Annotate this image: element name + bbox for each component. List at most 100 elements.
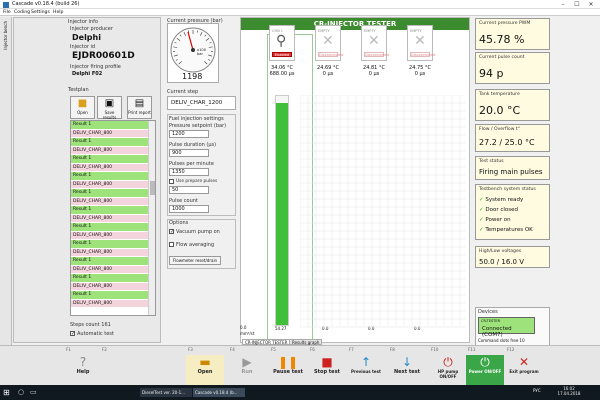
- clock[interactable]: 16:02 17.04.2018: [555, 386, 583, 396]
- prepare-pulses-input[interactable]: 50: [169, 186, 209, 194]
- device-cr-tester[interactable]: CR-TESTER Connected (COM7): [478, 317, 535, 338]
- window-title: Cascade v0.18.4 (build 26): [12, 1, 80, 7]
- injector-slot-4[interactable]: EMPTY ✕ Disconnected: [407, 25, 435, 61]
- fkey-number: F4: [230, 347, 235, 352]
- testplan-row[interactable]: DELIV_CHAR_800: [71, 163, 155, 172]
- gauge-unit: x100 bar: [197, 48, 206, 56]
- menu-coding[interactable]: Coding: [14, 10, 30, 15]
- printer-icon: ▤: [134, 98, 145, 109]
- testplan-row[interactable]: DELIV_CHAR_800: [71, 231, 155, 240]
- testplan-row[interactable]: DELIV_CHAR_800: [71, 299, 155, 308]
- automatic-test-checkbox[interactable]: ✓: [70, 331, 75, 337]
- menu-file[interactable]: File: [3, 10, 11, 15]
- taskbar-item-dieseltest[interactable]: DieselTest ver. 20-1...: [140, 388, 192, 397]
- testplan-row[interactable]: Result 1: [71, 189, 155, 198]
- windows-start-icon[interactable]: ⊞: [3, 388, 10, 397]
- close-button[interactable]: ✕: [584, 0, 598, 9]
- use-prepare-checkbox[interactable]: [169, 179, 174, 184]
- fkey-icon: ■: [321, 355, 333, 369]
- pressure-setpoint-input[interactable]: 1200: [169, 130, 209, 138]
- testplan-row[interactable]: DELIV_CHAR_800: [71, 248, 155, 257]
- menu-help[interactable]: Help: [53, 10, 63, 15]
- injector-state: Disconnected: [318, 52, 344, 57]
- menu-settings[interactable]: Settings: [31, 10, 50, 15]
- flowmeter-reset-button[interactable]: Flowmeter reset/drain: [169, 256, 221, 265]
- fkey-f11[interactable]: F11 ⏻ Power ON/OFF: [466, 347, 504, 385]
- pulses-per-minute-label: Pulses per minute: [169, 161, 214, 167]
- fkey-f7[interactable]: F7 ↑ Previous test: [347, 347, 385, 385]
- minimize-button[interactable]: –: [556, 0, 570, 9]
- profile-label: Injector firing profile: [70, 64, 121, 70]
- voltage-card: High/Low voltages 50.0 / 16.0 V: [475, 246, 550, 268]
- tank-temp-label: Tank temperature: [479, 92, 520, 97]
- fkey-label: HP pump ON/OFF: [437, 369, 459, 379]
- testplan-row[interactable]: DELIV_CHAR_800: [71, 282, 155, 291]
- search-icon[interactable]: ○: [18, 388, 24, 396]
- testplan-row[interactable]: Result 1: [71, 206, 155, 215]
- voltage-label: High/Low voltages: [479, 249, 522, 254]
- pulses-per-minute-input[interactable]: 1350: [169, 168, 209, 176]
- testplan-list[interactable]: Result 1 DELIV_CHAR_800 Result 1 DELIV_CHAR…: [70, 120, 156, 316]
- pulse-duration-input[interactable]: 900: [169, 149, 209, 157]
- testplan-scrollbar[interactable]: [148, 121, 155, 315]
- system-status-row: ✓ Temperatures OK: [479, 225, 533, 235]
- testplan-row[interactable]: Result 1: [71, 240, 155, 249]
- testplan-row[interactable]: DELIV_CHAR_800: [71, 197, 155, 206]
- testplan-row[interactable]: Result 1: [71, 155, 155, 164]
- pulse-count-input[interactable]: 1000: [169, 205, 209, 213]
- system-status-card: Testbench system status ✓ System ready ✓ …: [475, 184, 550, 240]
- fkey-number: F7: [349, 347, 354, 352]
- testplan-row[interactable]: DELIV_CHAR_800: [71, 129, 155, 138]
- taskbar-item-cascade[interactable]: Cascade v0.18.4 (b...: [193, 388, 245, 397]
- testplan-row[interactable]: Result 1: [71, 121, 155, 130]
- testplan-row[interactable]: Result 1: [71, 223, 155, 232]
- injector-pulse-value: 0 µs: [414, 71, 426, 77]
- fkey-number: F6: [310, 347, 315, 352]
- task-view-icon[interactable]: ▭: [30, 388, 37, 396]
- testplan-row[interactable]: Result 1: [71, 172, 155, 181]
- fkey-f1[interactable]: F1? Help: [64, 347, 102, 385]
- scrollbar-thumb[interactable]: [150, 181, 155, 195]
- fkey-f12[interactable]: F12 ✕ Exit program: [505, 347, 543, 385]
- fkey-f4[interactable]: F4 ▶ Run: [228, 347, 266, 385]
- testplan-row[interactable]: Result 1: [71, 291, 155, 300]
- testplan-row[interactable]: DELIV_CHAR_800: [71, 265, 155, 274]
- vacuum-pump-checkbox[interactable]: ✓: [169, 229, 174, 235]
- open-testplan-button[interactable]: ■ Open: [70, 96, 95, 119]
- fkey-f5[interactable]: F5 ❚❚ Pause test: [269, 347, 307, 385]
- testplan-row[interactable]: DELIV_CHAR_800: [71, 214, 155, 223]
- y-axis-unit: mm³/st: [240, 331, 255, 336]
- test-status-card: Test status Firing main pulses: [475, 156, 550, 180]
- testplan-row[interactable]: DELIV_CHAR_800: [71, 180, 155, 189]
- fkey-label: Open: [197, 369, 213, 375]
- injector-temp: 24.69 °C 0 µs: [308, 65, 348, 77]
- fkey-icon: ❚❚: [277, 355, 299, 369]
- injector-slot-3[interactable]: EMPTY ✕ Disconnected: [361, 25, 389, 61]
- save-results-button[interactable]: ▣ Save results: [97, 96, 122, 120]
- testplan-row[interactable]: DELIV_CHAR_800: [71, 146, 155, 155]
- pulse-count-label: Pulse count: [169, 198, 198, 204]
- fkey-f10[interactable]: F10 ⏻ HP pump ON/OFF: [429, 347, 467, 385]
- injector-slot-1[interactable]: CHN 1 ⚲ Enabled: [269, 25, 295, 61]
- flow-averaging-checkbox[interactable]: [169, 242, 174, 247]
- testplan-row[interactable]: Result 1: [71, 257, 155, 266]
- print-report-button[interactable]: ▤ Print report: [127, 96, 152, 119]
- side-tab-injector[interactable]: Injector bench: [0, 17, 12, 67]
- testplan-row[interactable]: Result 1: [71, 138, 155, 147]
- flow-bar-1-value: 54.27: [275, 326, 287, 331]
- injector-icon: ⚲: [276, 33, 287, 49]
- system-status-item: System ready: [485, 197, 524, 203]
- testplan-row[interactable]: Result 1: [71, 274, 155, 283]
- device-status: Connected (COM7): [482, 326, 512, 338]
- system-status-row: ✓ System ready: [479, 195, 533, 205]
- maximize-button[interactable]: ☐: [570, 0, 584, 9]
- fkey-f8[interactable]: F8 ↓ Next test: [388, 347, 426, 385]
- injector-slot-2[interactable]: EMPTY ✕ Disconnected: [315, 25, 344, 61]
- fkey-f2[interactable]: F2: [100, 347, 138, 385]
- use-prepare-label: Use prepare pulses: [176, 179, 218, 184]
- app-icon: [3, 1, 9, 8]
- system-status-item: Power on: [485, 217, 511, 223]
- fkey-f3[interactable]: F3 ▬ Open: [186, 347, 224, 385]
- fkey-f6[interactable]: F6 ■ Stop test: [308, 347, 346, 385]
- language-indicator[interactable]: РУС: [533, 388, 541, 393]
